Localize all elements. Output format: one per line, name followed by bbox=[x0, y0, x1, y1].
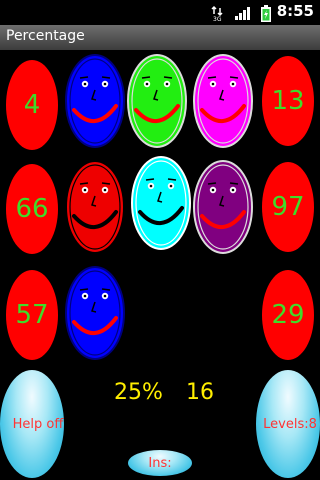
number-oval-r1-left[interactable]: 4 bbox=[6, 60, 58, 150]
number-value: 4 bbox=[23, 90, 41, 120]
face-blue-2[interactable] bbox=[64, 264, 126, 362]
face-cyan[interactable] bbox=[130, 154, 192, 252]
help-toggle-button[interactable]: Help off bbox=[0, 370, 64, 478]
face-blue-1[interactable] bbox=[64, 52, 126, 150]
battery-charging-icon bbox=[261, 5, 271, 22]
signal-icon bbox=[235, 7, 250, 20]
number-oval-r2-right[interactable]: 97 bbox=[262, 162, 314, 252]
data-transfer-icon: 3G bbox=[211, 5, 223, 21]
levels-label: Levels:8 bbox=[263, 416, 317, 432]
number-oval-r1-right[interactable]: 13 bbox=[262, 56, 314, 146]
number-value: 13 bbox=[271, 86, 305, 116]
number-value: 57 bbox=[15, 300, 49, 330]
status-time: 8:55 bbox=[276, 2, 314, 20]
number-value: 66 bbox=[15, 194, 49, 224]
number-oval-r3-right[interactable]: 29 bbox=[262, 270, 314, 360]
face-red[interactable] bbox=[64, 158, 126, 256]
title-bar: Percentage bbox=[0, 25, 320, 50]
help-toggle-label: Help off bbox=[12, 416, 64, 432]
ins-label: Ins: bbox=[148, 455, 172, 471]
face-magenta[interactable] bbox=[192, 52, 254, 150]
face-purple[interactable] bbox=[192, 158, 254, 256]
levels-button[interactable]: Levels:8 bbox=[256, 370, 320, 478]
svg-text:3G: 3G bbox=[213, 16, 222, 21]
app-title: Percentage bbox=[6, 28, 85, 44]
number-value: 29 bbox=[271, 300, 305, 330]
face-green[interactable] bbox=[126, 52, 188, 150]
ins-button[interactable]: Ins: bbox=[128, 450, 192, 476]
number-oval-r2-left[interactable]: 66 bbox=[6, 164, 58, 254]
status-bar: 3G 8:55 bbox=[0, 0, 320, 26]
number-value: 97 bbox=[271, 192, 305, 222]
number-oval-r3-left[interactable]: 57 bbox=[6, 270, 58, 360]
score-percent: 25% bbox=[114, 380, 163, 405]
score-value: 16 bbox=[186, 380, 214, 405]
